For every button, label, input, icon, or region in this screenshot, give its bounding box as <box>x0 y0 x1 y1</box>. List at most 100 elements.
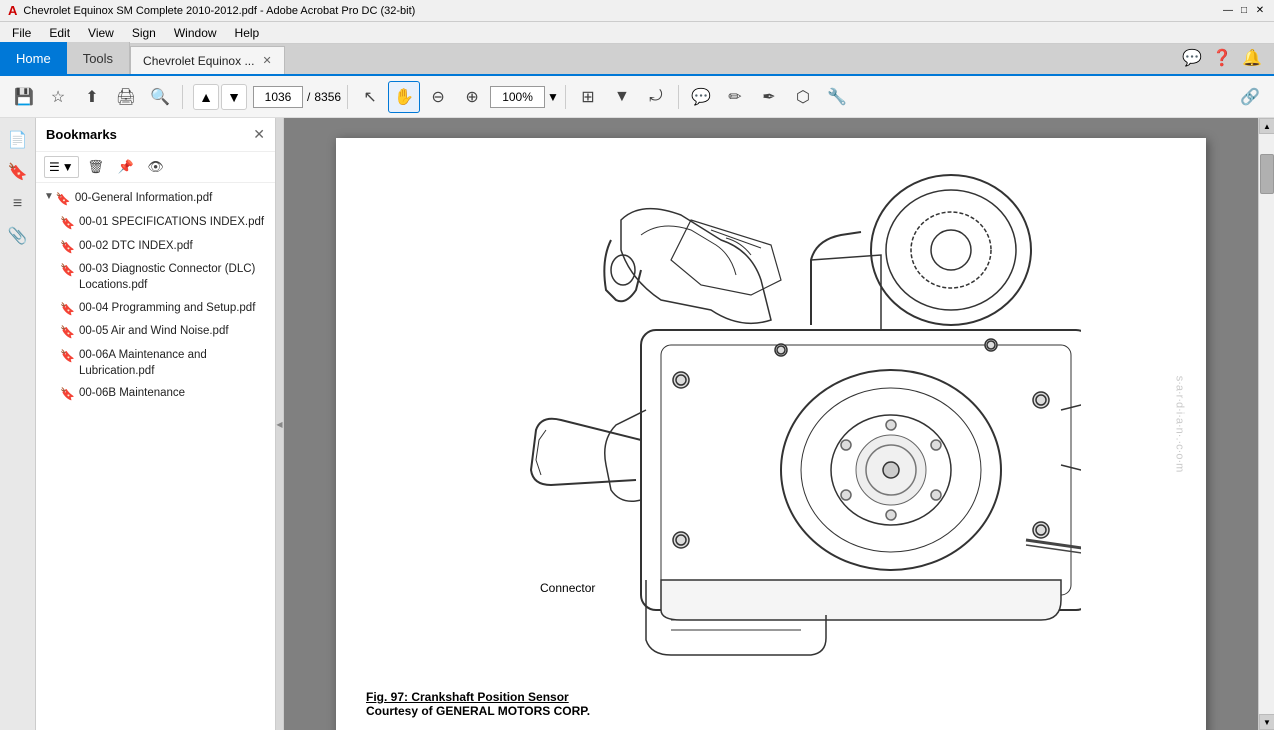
highlight-button[interactable]: ✏ <box>719 81 751 113</box>
bookmark-button[interactable]: ☆ <box>42 81 74 113</box>
sign-button[interactable]: ✒ <box>753 81 785 113</box>
bookmark-item-label: 00-01 SPECIFICATIONS INDEX.pdf <box>79 214 264 230</box>
bookmark-item-maintenance-a[interactable]: 🔖 00-06A Maintenance and Lubrication.pdf <box>36 344 275 382</box>
close-button[interactable]: ✕ <box>1254 5 1266 17</box>
zoom-input[interactable] <box>490 86 545 108</box>
print-button[interactable]: 🖨 <box>110 81 142 113</box>
bookmark-close-button[interactable]: ✕ <box>253 126 265 143</box>
zoom-out-button[interactable]: ⊖ <box>422 81 454 113</box>
bookmark-item-programming[interactable]: 🔖 00-04 Programming and Setup.pdf <box>36 297 275 321</box>
bookmark-item-dtc[interactable]: 🔖 00-02 DTC INDEX.pdf <box>36 235 275 259</box>
bookmark-item-general[interactable]: ▼ 🔖 00-General Information.pdf <box>36 187 275 211</box>
page-total: 8356 <box>314 90 341 104</box>
scroll-up-button[interactable]: ▲ <box>1259 118 1274 134</box>
share-button[interactable]: ⬆ <box>76 81 108 113</box>
rotate-button[interactable]: ⤾ <box>640 81 672 113</box>
tab-close-button[interactable]: ✕ <box>262 54 271 67</box>
menu-window[interactable]: Window <box>166 24 225 42</box>
bookmark-expand-button[interactable]: 👁 <box>143 156 169 178</box>
menu-sign[interactable]: Sign <box>124 24 164 42</box>
cursor-tool[interactable]: ↖ <box>354 81 386 113</box>
bookmark-item-label: 00-04 Programming and Setup.pdf <box>79 300 255 316</box>
tab-home[interactable]: Home <box>0 42 67 74</box>
bookmark-item-label: 00-06A Maintenance and Lubrication.pdf <box>79 347 267 379</box>
tab-document[interactable]: Chevrolet Equinox ... ✕ <box>130 46 285 74</box>
stamp-button[interactable]: ⬡ <box>787 81 819 113</box>
pdf-image-area: 1 2 Connector <box>366 158 1176 682</box>
page-number-input[interactable] <box>253 86 303 108</box>
panel-bookmarks-icon[interactable]: 🔖 <box>4 158 32 186</box>
toolbar: 💾 ☆ ⬆ 🖨 🔍 ▲ ▼ / 8356 ↖ ✋ ⊖ ⊕ ▼ ⊞ ▼ ⤾ 💬 ✏… <box>0 76 1274 118</box>
comment-button[interactable]: 💬 <box>685 81 717 113</box>
separator-4 <box>678 85 679 109</box>
zoom-dropdown-button[interactable]: ▼ <box>547 90 559 104</box>
maximize-button[interactable]: □ <box>1238 5 1250 17</box>
page-navigation: ▲ ▼ <box>193 84 247 110</box>
title-bar-controls[interactable]: — □ ✕ <box>1222 5 1266 17</box>
search-button[interactable]: 🔍 <box>144 81 176 113</box>
help-icon[interactable]: ❓ <box>1212 48 1232 68</box>
caption-title: Fig. 97: Crankshaft Position Sensor <box>366 690 569 704</box>
bookmark-expand-icon[interactable]: ▼ <box>44 190 54 204</box>
tab-right-icons: 💬 ❓ 🔔 <box>1182 42 1274 74</box>
save-button[interactable]: 💾 <box>8 81 40 113</box>
zoom-in-button[interactable]: ⊕ <box>456 81 488 113</box>
fit-page-dropdown[interactable]: ▼ <box>606 81 638 113</box>
bookmark-item-label: 00-02 DTC INDEX.pdf <box>79 238 193 254</box>
tab-tools-label: Tools <box>83 51 113 66</box>
minimize-button[interactable]: — <box>1222 5 1234 17</box>
menu-help[interactable]: Help <box>227 24 268 42</box>
link-button[interactable]: 🔗 <box>1234 81 1266 113</box>
scroll-track[interactable] <box>1259 134 1274 714</box>
menu-bar: File Edit View Sign Window Help <box>0 22 1274 44</box>
pdf-caption: Fig. 97: Crankshaft Position Sensor Cour… <box>366 682 1176 718</box>
caption-subtitle: Courtesy of GENERAL MOTORS CORP. <box>366 704 590 718</box>
page-separator: / <box>307 90 310 104</box>
menu-view[interactable]: View <box>80 24 122 42</box>
bookmark-leaf-icon: 🔖 <box>60 262 75 279</box>
scroll-thumb[interactable] <box>1260 154 1274 194</box>
bookmark-new-button[interactable]: 📌 <box>113 156 139 178</box>
bookmark-panel-header: Bookmarks ✕ <box>36 118 275 152</box>
bookmark-item-maintenance-b[interactable]: 🔖 00-06B Maintenance <box>36 382 275 406</box>
bookmark-toolbar: ☰ ▼ 🗑 📌 👁 <box>36 152 275 183</box>
bookmark-folder-icon: 🔖 <box>56 191 71 208</box>
menu-edit[interactable]: Edit <box>41 24 78 42</box>
bookmark-leaf-icon: 🔖 <box>60 324 75 341</box>
fit-page-button[interactable]: ⊞ <box>572 81 604 113</box>
panel-layers-icon[interactable]: ≡ <box>4 190 32 218</box>
main-area: 📄 🔖 ≡ 📎 Bookmarks ✕ ☰ ▼ 🗑 📌 👁 ▼ 🔖 00-Gen… <box>0 118 1274 730</box>
bookmark-item-label: 00-03 Diagnostic Connector (DLC) Locatio… <box>79 261 267 293</box>
notification-icon[interactable]: 🔔 <box>1242 48 1262 68</box>
panel-pages-icon[interactable]: 📄 <box>4 126 32 154</box>
bookmark-item-label: 00-05 Air and Wind Noise.pdf <box>79 323 229 339</box>
pdf-viewer[interactable]: 1 2 Connector Fig. 97: Crankshaft Positi… <box>284 118 1258 730</box>
bookmark-options-dropdown[interactable]: ☰ ▼ <box>44 156 79 178</box>
tab-tools[interactable]: Tools <box>67 42 130 74</box>
pdf-content: 1 2 Connector Fig. 97: Crankshaft Positi… <box>366 158 1176 718</box>
chat-icon[interactable]: 💬 <box>1182 48 1202 68</box>
bookmark-item-connector[interactable]: 🔖 00-03 Diagnostic Connector (DLC) Locat… <box>36 258 275 296</box>
bookmark-item-label: 00-06B Maintenance <box>79 385 185 401</box>
panel-resize-handle[interactable] <box>276 118 284 730</box>
bookmark-item-label: 00-General Information.pdf <box>75 190 212 206</box>
hand-tool[interactable]: ✋ <box>388 81 420 113</box>
zoom-input-group: ▼ <box>490 86 559 108</box>
panel-attachments-icon[interactable]: 📎 <box>4 222 32 250</box>
bookmark-leaf-icon: 🔖 <box>60 215 75 232</box>
page-down-button[interactable]: ▼ <box>221 84 247 110</box>
tools-button[interactable]: 🔧 <box>821 81 853 113</box>
separator-3 <box>565 85 566 109</box>
bookmark-item-spec[interactable]: 🔖 00-01 SPECIFICATIONS INDEX.pdf <box>36 211 275 235</box>
bookmark-delete-button[interactable]: 🗑 <box>83 156 109 178</box>
app-icon: A <box>8 3 17 18</box>
page-input-group: / 8356 <box>253 86 341 108</box>
connector-text: Connector <box>540 581 595 595</box>
bookmark-leaf-icon: 🔖 <box>60 386 75 403</box>
page-up-button[interactable]: ▲ <box>193 84 219 110</box>
menu-file[interactable]: File <box>4 24 39 42</box>
scroll-down-button[interactable]: ▼ <box>1259 714 1274 730</box>
bookmark-item-air[interactable]: 🔖 00-05 Air and Wind Noise.pdf <box>36 320 275 344</box>
vertical-scrollbar[interactable]: ▲ ▼ <box>1258 118 1274 730</box>
tab-doc-label: Chevrolet Equinox ... <box>143 54 254 68</box>
